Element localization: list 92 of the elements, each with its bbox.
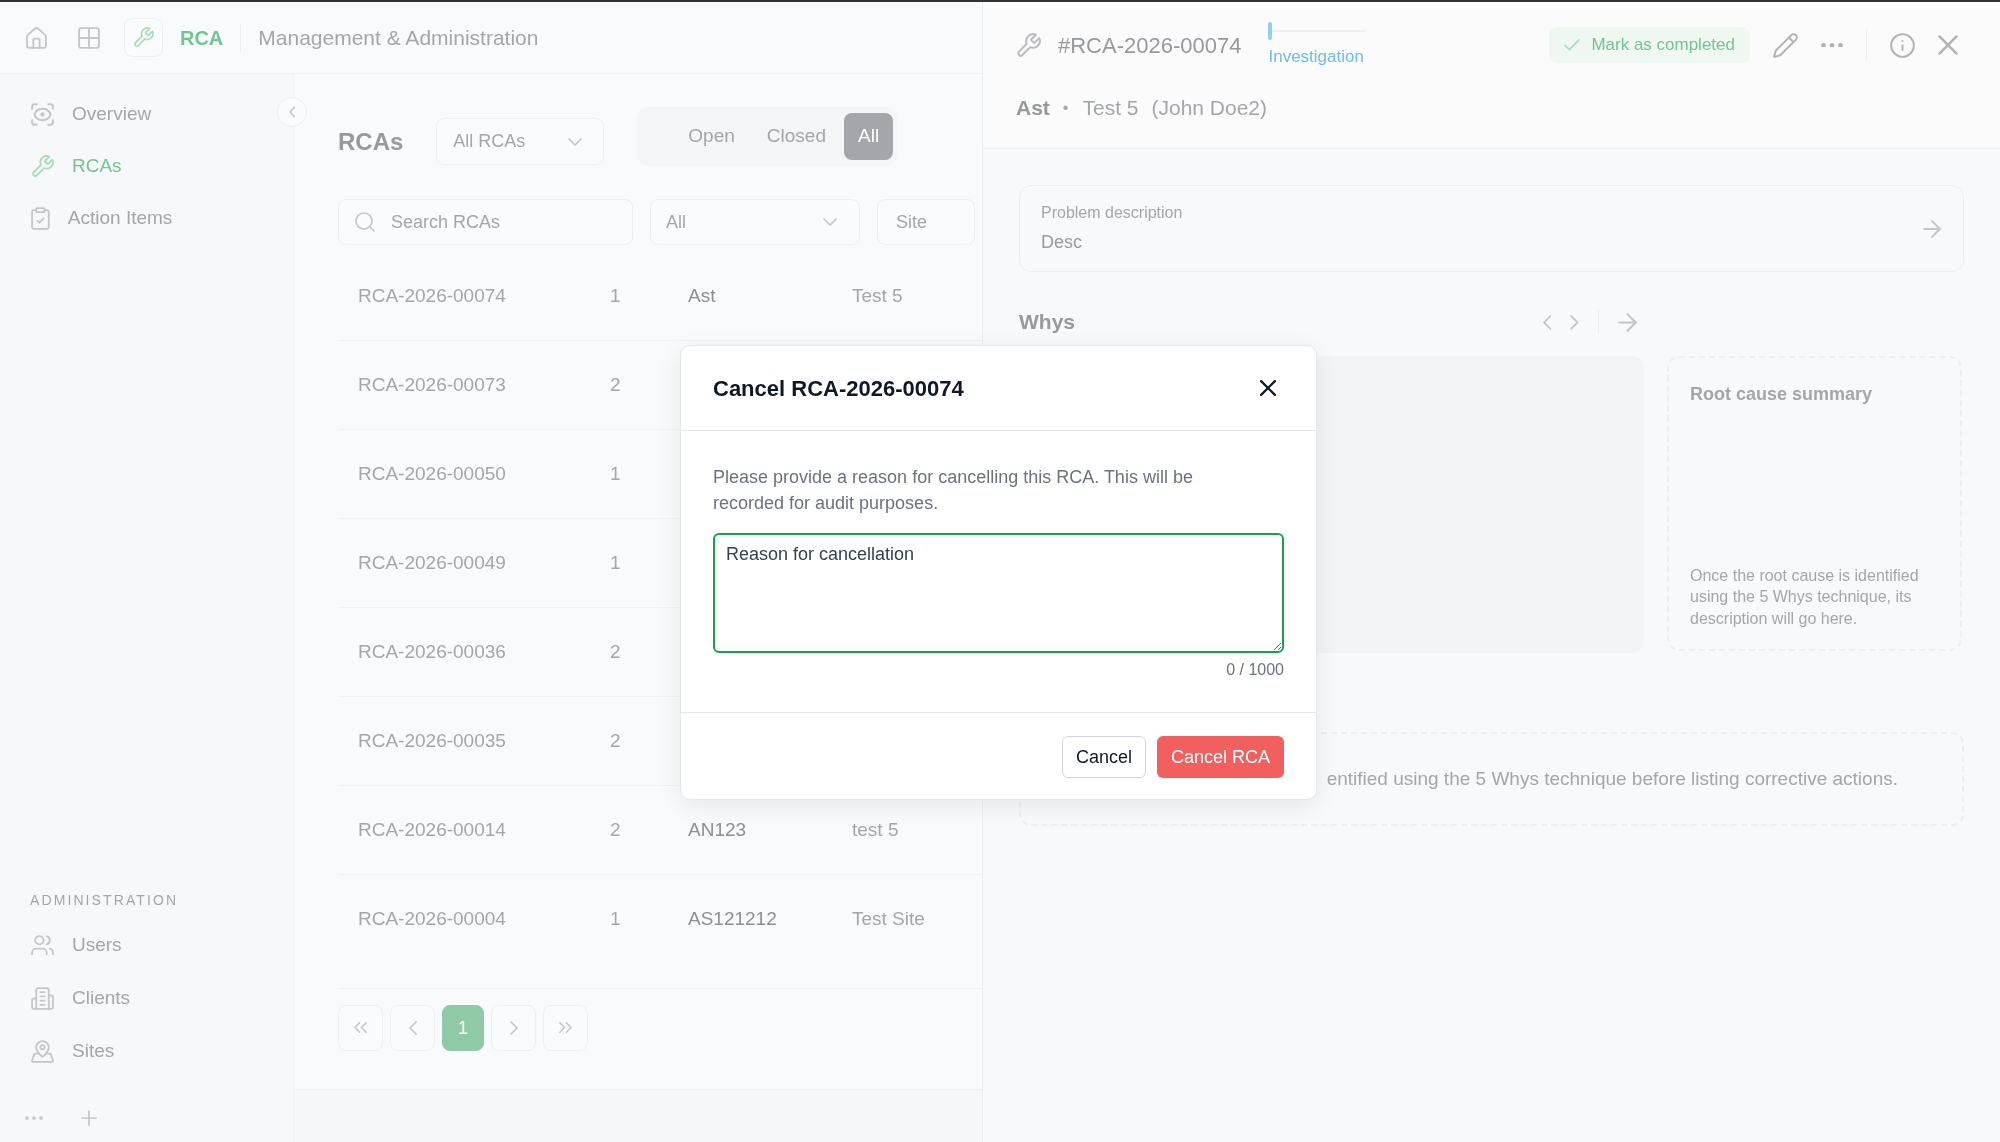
table-cell-text: 1 [610,550,622,575]
info-icon[interactable] [1890,32,1915,58]
table-cell-text: RCA-2026-00049 [358,550,507,575]
last-page-button[interactable] [543,1005,588,1051]
reason-field[interactable]: Reason for cancellation [713,533,1284,653]
detail-title: Ast [1016,95,1050,122]
plus-icon[interactable] [81,1110,97,1126]
detail-subtitle: Test 5 [1082,95,1139,122]
record-id: #RCA-2026-00074 [1058,31,1242,60]
page-button[interactable]: 1 [442,1005,484,1051]
building-icon [31,986,54,1010]
problem-description-card[interactable]: Problem description Desc [1019,185,1964,272]
table-cell-text: AN123 [688,817,748,842]
table-cell-text: RCA-2026-00014 [358,817,507,842]
field-label: Problem description [1041,203,1183,223]
table-cell-text: Test Site [852,907,925,932]
chevron-left-icon[interactable] [1542,314,1552,330]
check-icon [1564,39,1581,51]
home-icon[interactable] [26,26,47,49]
table-cell-text: RCA-2026-00050 [358,461,507,486]
more-icon[interactable] [1821,42,1843,48]
table-cell-text: test 5 [852,817,899,842]
table-cell-text: RCA-2026-00035 [358,728,507,753]
stage-label: Investigation [1268,46,1365,68]
arrow-right-icon[interactable] [1923,219,1941,238]
table-cell-text: Test 5 [852,283,903,308]
mark-completed-button[interactable]: Mark as completed [1549,27,1750,63]
scope-dropdown[interactable]: All RCAs [436,118,605,165]
status-tab[interactable]: Closed [752,113,840,160]
chevrons-left-icon [354,1022,367,1034]
users-icon [31,934,54,956]
sidebar-item[interactable]: Overview [0,92,262,136]
wrench-icon [31,154,54,178]
person-label: (John Doe2) [1151,95,1268,122]
table-cell-text: 1 [610,283,622,308]
sidebar-item[interactable]: Action Items [0,196,262,240]
table-cell-text: AS121212 [688,907,778,932]
sidebar-item[interactable]: RCAs [0,144,262,188]
table-cell-text: RCA-2026-00036 [358,639,507,664]
dialog-title: Cancel RCA-2026-00074 [713,374,964,403]
chevrons-right-icon [559,1022,572,1034]
map-pin-icon [31,1039,54,1063]
table-cell-text: RCA-2026-00004 [358,907,507,932]
site-filter-field[interactable]: Site [877,199,975,245]
table-cell-text: 2 [610,728,622,753]
table-cell-text: 1 [610,461,622,486]
placeholder-text: entified using the 5 Whys technique before listing corrective actions. [1326,766,1898,791]
wrench-icon [1016,32,1041,58]
more-icon[interactable] [25,1116,43,1120]
status-tab[interactable]: Open [674,113,749,160]
close-icon[interactable] [1260,380,1276,396]
table-cell-text: 2 [610,817,622,842]
table-cell-text: 2 [610,372,622,397]
sidebar-item[interactable]: Users [0,923,262,967]
scan-eye-icon [31,102,54,126]
sidebar-item[interactable]: Sites [0,1029,262,1073]
dialog-message: Please provide a reason for cancelling this RCA. This will be recorded for audit purposes. [713,466,1194,515]
grid-icon[interactable] [77,26,100,49]
section-title: Whys [1019,309,1075,336]
table-cell-text: Ast [688,283,717,308]
section-heading: ADMINISTRATION [29,891,180,910]
pencil-icon[interactable] [1773,32,1798,58]
table-cell-text: 2 [610,639,622,664]
chevron-right-icon [509,1021,518,1035]
chevron-down-icon [568,137,583,146]
cancel-button[interactable]: Cancel [1061,736,1146,778]
previous-page-button[interactable] [390,1005,435,1051]
table-cell-text: RCA-2026-00073 [358,372,507,397]
chevron-down-icon [823,218,837,226]
chevron-left-icon [408,1021,417,1035]
chevron-right-icon[interactable] [1570,314,1579,330]
status-dropdown[interactable]: All [650,199,860,245]
wrench-icon [123,18,163,57]
chevron-left-icon [288,106,296,118]
clipboard-check-icon [31,206,50,230]
page-title: RCAs [338,127,404,157]
confirm-cancel-button[interactable]: Cancel RCA [1156,736,1284,778]
placeholder-text: Once the root cause is identified using the 5 Whys technique, its description will go here. [1690,565,1920,629]
search-icon [355,212,375,232]
sidebar-item[interactable]: Clients [0,976,262,1020]
table-cell-text: 1 [610,907,622,932]
next-page-button[interactable] [491,1005,536,1051]
table-cell-text: RCA-2026-00074 [358,283,507,308]
first-page-button[interactable] [338,1005,383,1051]
section-title: Management & Administration [258,24,539,51]
app-name: RCA [179,25,224,51]
card-title: Root cause summary [1690,383,1874,406]
search-field[interactable]: Search RCAs [338,199,633,245]
status-tab[interactable]: All [844,113,894,160]
separator-dot: • [1062,98,1069,118]
character-counter: 0 / 1000 [1226,660,1284,680]
field-value: Desc [1041,231,1083,254]
